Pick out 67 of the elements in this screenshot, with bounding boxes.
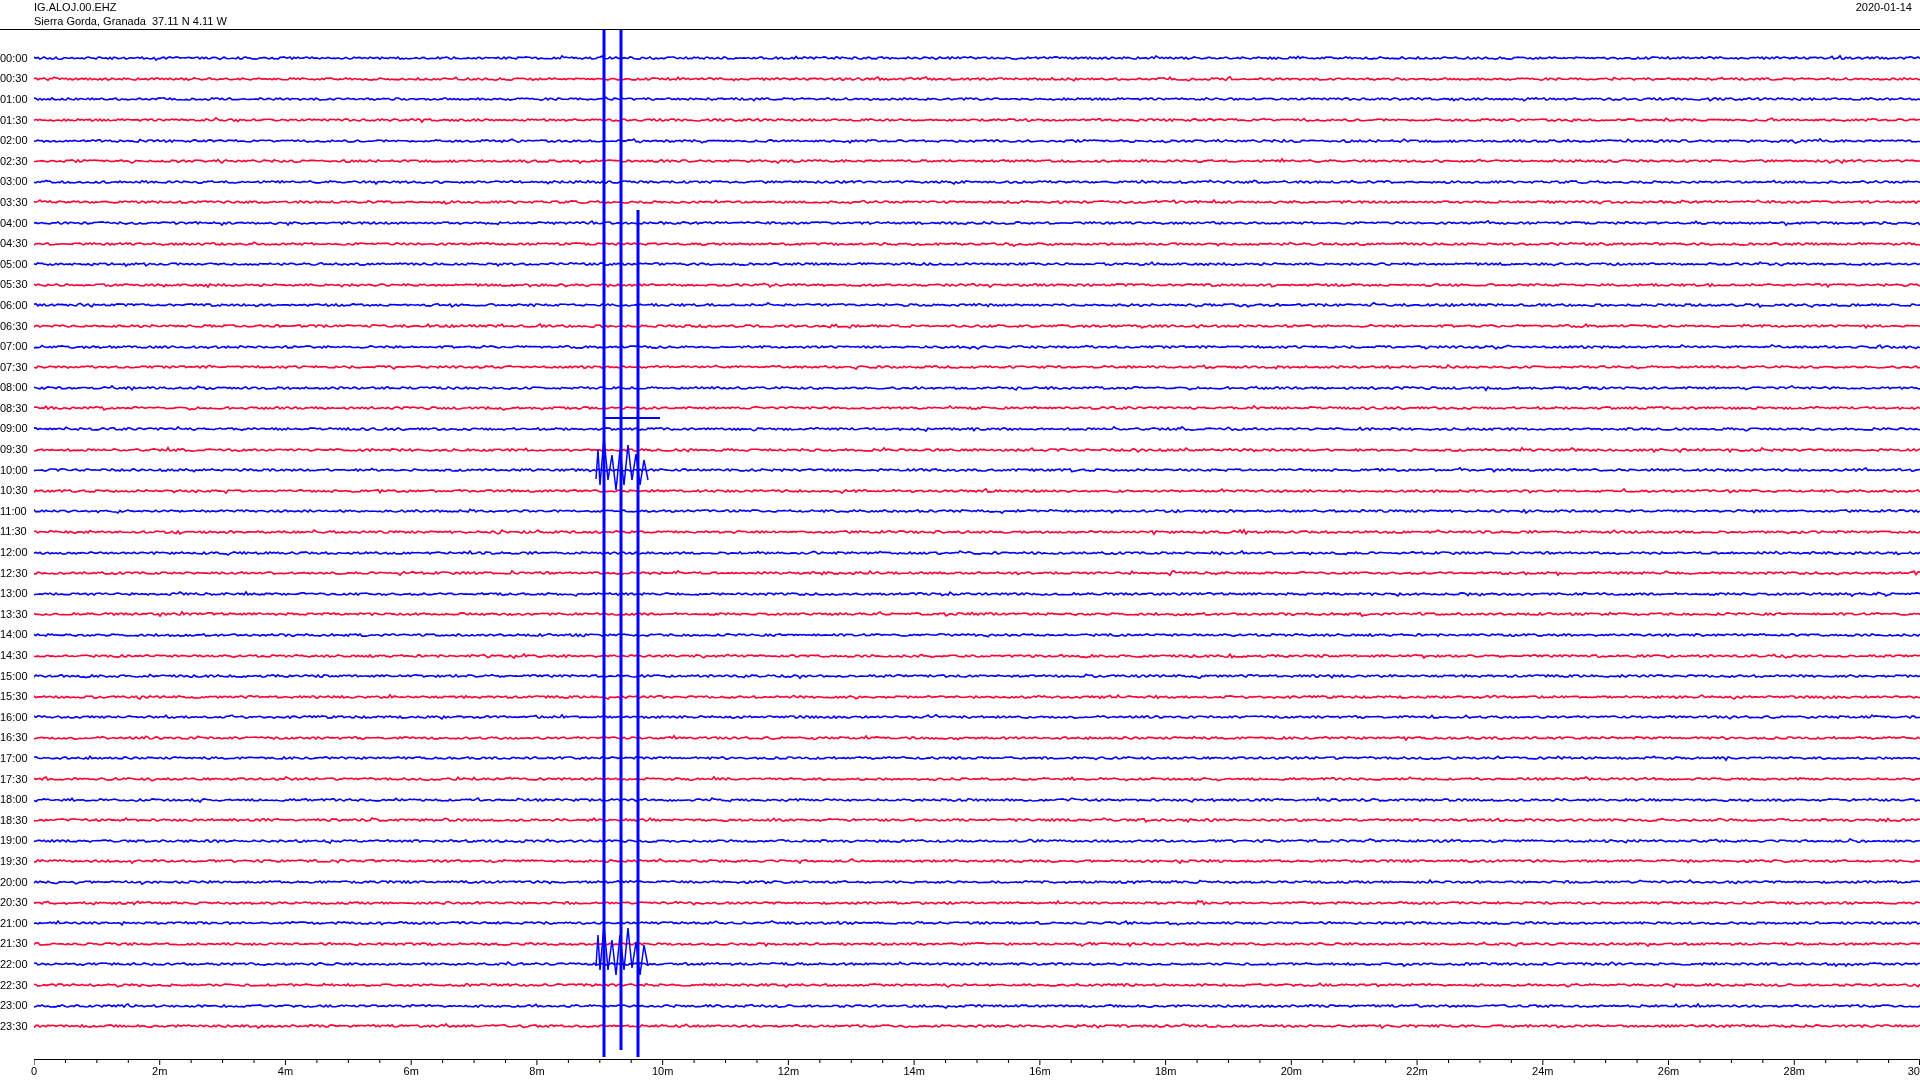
hour-label: 00:30 [0,72,29,86]
hour-label: 15:30 [0,690,29,704]
hour-label: 18:00 [0,793,29,807]
hour-label: 14:30 [0,649,29,662]
time-tick-label: 4m [277,1064,294,1078]
hour-label: 18:30 [0,813,29,827]
time-tick-label: 22m [1406,1064,1428,1078]
hour-label: 21:00 [0,916,29,930]
hour-label: 17:00 [0,752,29,765]
hour-label: 04:00 [0,216,29,230]
hour-label: 05:30 [0,278,29,292]
time-tick-label: 0 [31,1064,38,1078]
hour-label: 11:00 [0,504,28,518]
hour-label: 19:30 [0,854,29,868]
hour-label: 23:30 [0,1019,29,1033]
hour-label: 01:00 [0,93,29,106]
hour-label: 05:00 [0,257,29,271]
station-code: IG.ALOJ.00.EHZ [34,0,118,14]
hour-label: 20:30 [0,896,29,910]
hour-label: 13:30 [0,607,29,621]
hour-label: 03:30 [0,195,29,209]
hour-label: 08:00 [0,381,29,395]
hour-label: 16:30 [0,731,29,745]
hour-label: 09:30 [0,443,29,457]
time-tick-label: 18m [1154,1064,1177,1078]
time-tick-label: 6m [403,1064,419,1078]
hour-label: 14:00 [0,628,29,642]
hour-label: 11:30 [0,525,28,539]
time-tick-label: 24m [1532,1064,1554,1078]
hour-label: 02:00 [0,134,29,148]
time-tick-label: 20m [1280,1064,1303,1078]
hour-label: 22:00 [0,957,29,971]
hour-label: 03:00 [0,175,29,189]
hour-label: 07:30 [0,360,29,374]
hour-label: 22:30 [0,978,29,992]
hour-label: 00:00 [0,51,29,65]
hour-label: 09:00 [0,422,29,436]
hour-label: 12:00 [0,546,29,560]
hour-label: 07:00 [0,340,29,354]
hour-label: 02:30 [0,154,29,168]
time-tick-label: 14m [903,1064,925,1078]
time-tick-label: 12m [777,1064,800,1078]
hour-label: 13:00 [0,587,29,601]
hour-label: 15:00 [0,669,29,683]
station-location: Sierra Gorda, Granada 37.11 N 4.11 W [34,14,227,28]
time-tick-label: 28m [1783,1064,1805,1078]
time-tick-label: 10m [651,1064,674,1078]
hour-label: 12:30 [0,566,29,580]
time-tick-label: 8m [529,1064,545,1078]
hour-label: 01:30 [0,113,29,127]
hour-label: 21:30 [0,937,29,951]
hour-label: 23:00 [0,999,29,1013]
time-tick-label: 2m [152,1064,168,1078]
hour-label: 10:00 [0,463,29,477]
hour-label: 08:30 [0,401,29,415]
time-tick-label: 26m [1657,1064,1680,1078]
record-date: 2020-01-14 [1855,0,1912,15]
hour-label: 20:00 [0,875,29,889]
hour-label: 17:30 [0,772,29,786]
hour-label: 06:00 [0,298,29,312]
hour-label: 19:00 [0,834,29,848]
hour-label: 10:30 [0,484,29,498]
hour-label: 06:30 [0,319,29,333]
time-tick-label: 30 [1907,1064,1920,1078]
hour-label: 04:30 [0,237,29,251]
hour-label: 16:00 [0,710,29,724]
time-tick-label: 16m [1029,1064,1051,1078]
